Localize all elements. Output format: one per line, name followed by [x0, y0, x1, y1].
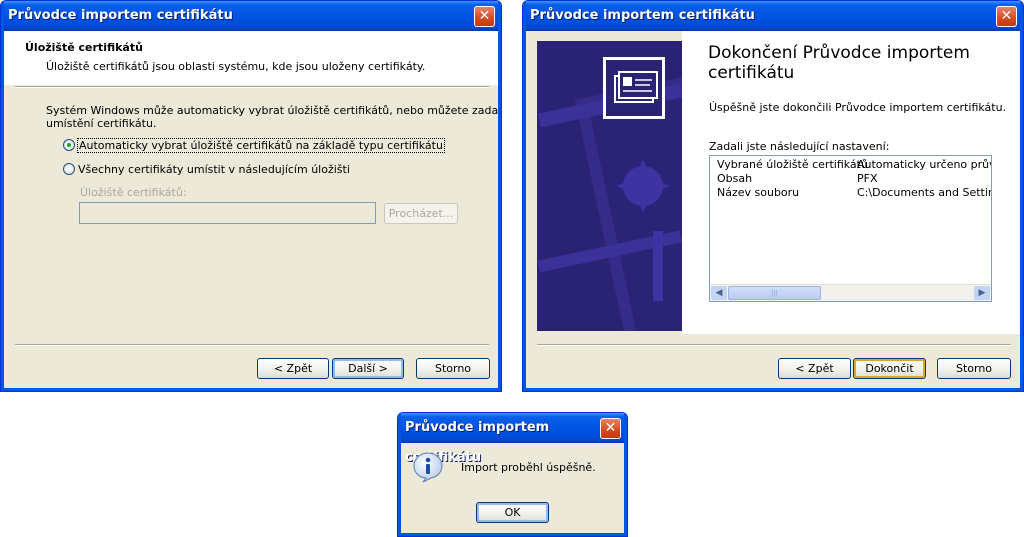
close-icon: ✕: [1000, 8, 1013, 24]
dialog1-heading: Úložiště certifikátů: [25, 41, 143, 54]
dialog1-footer-separator: [15, 344, 489, 346]
back-button[interactable]: < Zpět: [778, 358, 851, 379]
finish-button[interactable]: Dokončit: [853, 358, 926, 379]
success-text: Úspěšně jste dokončili Průvodce importem…: [709, 101, 1007, 114]
settings-row-value: PFX: [857, 172, 878, 185]
dialog1-header-panel: [4, 31, 500, 85]
certificate-icon: [603, 57, 665, 119]
close-icon: ✕: [604, 420, 617, 436]
cancel-button[interactable]: Storno: [937, 358, 1011, 379]
scroll-left-button[interactable]: ◀: [711, 286, 727, 300]
radio-auto-select[interactable]: [63, 139, 75, 151]
next-button-label: Další >: [348, 362, 388, 375]
settings-row-name: Vybrané úložiště certifikátů: [717, 158, 868, 171]
radio-manual-store-label[interactable]: Všechny certifikáty umístit v následujíc…: [78, 163, 350, 176]
settings-row-name: Název souboru: [717, 186, 800, 199]
dialog2-heading-line1: Dokončení Průvodce importem: [708, 43, 970, 63]
cancel-button-label: Storno: [434, 362, 472, 375]
settings-row-value: C:\Documents and Settings\: [857, 186, 991, 199]
dialog1-subheading: Úložiště certifikátů jsou oblasti systém…: [46, 60, 426, 73]
radio-auto-select-label[interactable]: Automaticky vybrat úložiště certifikátů …: [77, 138, 445, 153]
info-icon: [412, 451, 444, 483]
cancel-button-label: Storno: [955, 362, 993, 375]
dialog3-titlebar[interactable]: Průvodce importem certifikátu ✕: [398, 413, 627, 465]
dialog-import-success: Průvodce importem certifikátu ✕ Import p…: [397, 412, 628, 537]
dialog1-title: Průvodce importem certifikátu: [8, 8, 233, 23]
dialog1-titlebar[interactable]: Průvodce importem certifikátu ✕: [1, 1, 501, 31]
dialog2-heading-line2: certifikátu: [708, 63, 795, 83]
settings-list[interactable]: Vybrané úložiště certifikátů Automaticky…: [709, 155, 992, 302]
dialog2-footer-separator: [537, 344, 1011, 346]
back-button-label: < Zpět: [273, 362, 313, 375]
scroll-right-button[interactable]: ▶: [974, 286, 990, 300]
close-icon: ✕: [478, 8, 491, 24]
cancel-button[interactable]: Storno: [416, 358, 490, 379]
horizontal-scrollbar[interactable]: ◀ ||| ▶: [710, 284, 991, 301]
scroll-thumb[interactable]: |||: [728, 286, 821, 300]
wizard-banner: [537, 41, 682, 331]
dialog1-header-separator: [15, 86, 489, 88]
success-message: Import proběhl úspěšně.: [461, 461, 596, 474]
finish-button-label: Dokončit: [865, 362, 914, 375]
store-field-label: Úložiště certifikátů:: [80, 186, 187, 199]
settings-label: Zadali jste následující nastavení:: [709, 140, 890, 153]
dialog2-titlebar[interactable]: Průvodce importem certifikátu ✕: [523, 1, 1023, 31]
dialog1-close-button[interactable]: ✕: [474, 6, 495, 27]
back-button[interactable]: < Zpět: [257, 358, 329, 379]
radio-manual-store[interactable]: [63, 163, 75, 175]
dialog3-close-button[interactable]: ✕: [600, 418, 621, 439]
next-button[interactable]: Další >: [332, 358, 404, 379]
ok-button[interactable]: OK: [476, 502, 549, 523]
dialog1-body-line1: Systém Windows může automaticky vybrat ú…: [46, 104, 502, 117]
dialog2-title: Průvodce importem certifikátu: [530, 8, 755, 23]
dialog-certificate-store: Průvodce importem certifikátu ✕ Úložiště…: [0, 0, 502, 392]
store-input[interactable]: [79, 202, 376, 224]
browse-button[interactable]: Procházet...: [384, 203, 458, 224]
dialog2-close-button[interactable]: ✕: [996, 6, 1017, 27]
back-button-label: < Zpět: [795, 362, 834, 375]
ok-button-label: OK: [504, 506, 521, 519]
dialog-wizard-complete: Průvodce importem certifikátu ✕ Dokončen…: [522, 0, 1024, 392]
dialog1-body-line2: umístění certifikátu.: [46, 117, 157, 130]
settings-row-value: Automaticky určeno průvodc: [857, 158, 991, 171]
settings-row-name: Obsah: [717, 172, 753, 185]
